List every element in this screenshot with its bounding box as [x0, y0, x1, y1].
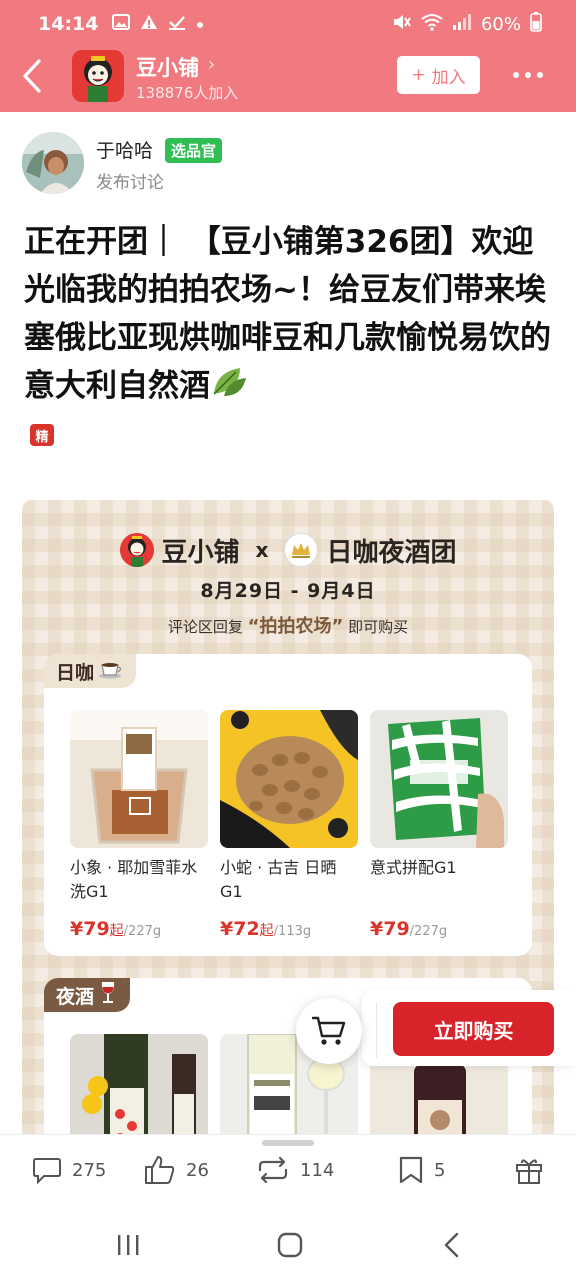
reply-keyword: “拍拍农场”	[247, 616, 344, 637]
product-image-coffee-bag	[370, 710, 508, 848]
product-price: ¥79起/227g	[70, 918, 162, 940]
dot-icon	[196, 14, 204, 34]
product-card[interactable]: 意式拼配G1 ¥79/227g	[370, 710, 508, 940]
poster-brand-left: 豆小铺	[161, 537, 240, 568]
recent-apps-button[interactable]	[108, 1228, 148, 1262]
reshare-count: 114	[300, 1159, 335, 1181]
coffee-product-list: 小象 · 耶加雪菲水洗G1 ¥79起/227g 小蛇 · 古吉 日晒G1 ¥72…	[70, 710, 508, 940]
battery-level: 60%	[480, 13, 521, 35]
plus-icon: +	[411, 65, 426, 85]
status-time: 14:14	[38, 13, 99, 35]
product-image-wine-1	[70, 1034, 208, 1140]
product-name: 意式拼配G1	[370, 858, 457, 877]
product-image-coffee-beans	[220, 710, 358, 848]
author-name[interactable]: 于哈哈	[96, 136, 153, 163]
gift-icon	[516, 1159, 542, 1184]
warning-icon	[140, 14, 158, 35]
coffee-section: 日咖 小象 · 耶加雪菲水洗G1 ¥79起/227g 小蛇 · 古吉 日晒G1 …	[44, 654, 532, 956]
group-members-count: 138876人加入	[136, 84, 239, 102]
featured-badge: 精	[30, 424, 54, 446]
drag-handle[interactable]	[262, 1140, 314, 1146]
top-bar: 14:14 60% 豆小铺 › 138876人加入 + 加入	[0, 0, 576, 112]
poster-brand-right: 日咖夜酒团	[326, 537, 457, 568]
back-arrow-icon	[23, 59, 41, 93]
comment-icon	[33, 1158, 61, 1184]
chevron-right-icon: ›	[208, 54, 216, 75]
section-tab-coffee: 日咖	[44, 654, 137, 688]
gift-action[interactable]	[514, 1152, 544, 1188]
save-action[interactable]: 5	[398, 1152, 445, 1188]
product-card[interactable]	[70, 1034, 208, 1140]
comment-action[interactable]: 275	[32, 1152, 106, 1188]
cart-button[interactable]	[296, 998, 362, 1064]
author-avatar[interactable]	[22, 132, 84, 194]
save-count: 5	[434, 1159, 446, 1181]
group-header: 豆小铺 › 138876人加入 + 加入	[0, 48, 576, 112]
poster-reply-instruction: 评论区回复 “拍拍农场” 即可购买	[167, 616, 409, 637]
comment-count: 275	[72, 1159, 107, 1181]
poster-x: x	[255, 538, 269, 562]
product-name: 小象 · 耶加雪菲水洗G1	[70, 858, 198, 901]
home-button[interactable]	[270, 1228, 310, 1262]
thumbs-up-icon	[145, 1156, 175, 1184]
post-type-label: 发布讨论	[96, 173, 164, 193]
back-chevron-icon	[444, 1232, 459, 1258]
back-button[interactable]	[14, 56, 50, 96]
section-tab-wine: 夜酒	[44, 978, 131, 1012]
group-avatar[interactable]	[72, 50, 124, 102]
battery-icon	[530, 11, 542, 37]
coffee-cup-icon	[98, 659, 124, 684]
doushop-logo	[119, 533, 154, 567]
gallery-icon	[112, 13, 131, 35]
cartoon-girl-icon	[72, 50, 124, 102]
like-count: 26	[186, 1159, 209, 1181]
more-dot-icon	[513, 72, 519, 78]
buy-now-button[interactable]: 立即购买	[393, 1002, 554, 1056]
product-card[interactable]: 小蛇 · 古吉 日晒G1 ¥72起/113g	[220, 710, 358, 940]
author-photo	[22, 132, 84, 194]
product-card[interactable]: 小象 · 耶加雪菲水洗G1 ¥79起/227g	[70, 710, 208, 940]
reshare-action[interactable]: 114	[256, 1152, 334, 1188]
poster-header: 豆小铺 x 日咖夜酒团	[22, 530, 554, 570]
mute-icon	[392, 13, 412, 36]
check-icon	[168, 14, 186, 35]
shopping-cart-icon	[312, 1016, 346, 1045]
partner-crown-logo	[284, 533, 319, 567]
leaf-icon	[210, 364, 248, 412]
join-label: 加入	[431, 67, 466, 88]
home-icon	[277, 1232, 303, 1258]
like-action[interactable]: 26	[144, 1152, 209, 1188]
curator-badge: 选品官	[165, 138, 223, 163]
product-price: ¥79/227g	[370, 918, 448, 940]
product-price: ¥72起/113g	[220, 918, 312, 940]
status-bar: 14:14 60%	[0, 0, 576, 48]
poster-dates: 8月29日 - 9月4日	[200, 580, 376, 602]
recent-apps-icon	[118, 1235, 139, 1255]
bookmark-icon	[399, 1156, 423, 1184]
more-dot-icon	[525, 72, 531, 78]
product-image-drip-coffee	[70, 710, 208, 848]
more-options-button[interactable]	[508, 58, 548, 92]
group-name[interactable]: 豆小铺	[136, 52, 199, 82]
product-name: 小蛇 · 古吉 日晒G1	[220, 858, 337, 901]
wifi-icon	[421, 13, 443, 36]
reshare-icon	[258, 1156, 288, 1184]
signal-icon	[452, 13, 472, 36]
system-back-button[interactable]	[432, 1228, 472, 1262]
wine-glass-icon	[98, 981, 118, 1010]
more-dot-icon	[537, 72, 543, 78]
post-title: 正在开团｜ 【豆小铺第326团】欢迎光临我的拍拍农场~！给豆友们带来埃塞俄比亚现…	[24, 218, 554, 412]
floating-divider	[376, 1002, 377, 1058]
join-button[interactable]: + 加入	[397, 56, 480, 94]
